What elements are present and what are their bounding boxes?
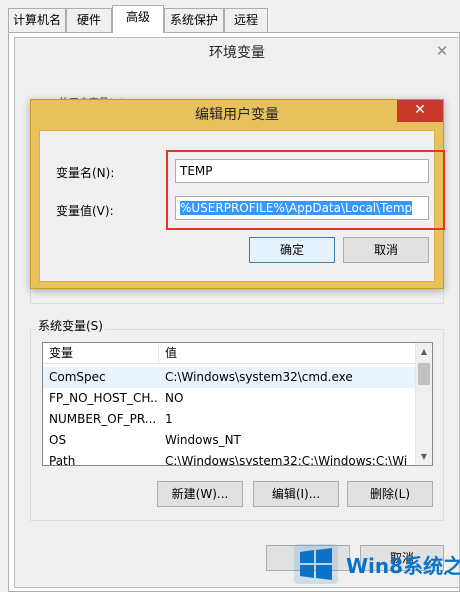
table-row[interactable]: ComSpec C:\Windows\system32\cmd.exe — [43, 367, 415, 388]
table-row[interactable]: OS Windows_NT — [43, 430, 415, 451]
row-name: ComSpec — [49, 370, 106, 384]
scroll-down-icon[interactable]: ▼ — [416, 448, 432, 465]
close-icon[interactable]: ✕ — [397, 100, 443, 122]
tab-hardware[interactable]: 硬件 — [66, 8, 112, 32]
tab-advanced[interactable]: 高级 — [112, 5, 164, 33]
row-name: OS — [49, 433, 67, 447]
edit-user-variable-dialog: 编辑用户变量 ✕ 变量名(N): TEMP 变量值(V): %USERPROFI… — [30, 99, 445, 289]
tab-computer-name[interactable]: 计算机名 — [8, 8, 66, 32]
row-name: FP_NO_HOST_CH... — [49, 391, 159, 405]
tab-system-protection[interactable]: 系统保护 — [164, 8, 224, 32]
windows-logo-icon — [294, 544, 338, 584]
variable-name-input[interactable]: TEMP — [175, 159, 429, 183]
system-variables-label: 系统变量(S) — [36, 317, 105, 334]
row-value: C:\Windows\system32;C:\Windows;C:\Wi — [165, 454, 408, 466]
vertical-scrollbar[interactable]: ▲ ▼ — [415, 343, 432, 465]
tab-remote[interactable]: 远程 — [224, 8, 268, 32]
env-window-title: 环境变量 — [209, 45, 265, 61]
edit-dialog-title: 编辑用户变量 — [195, 107, 279, 123]
ok-button[interactable]: 确定 — [249, 237, 335, 263]
column-header-variable[interactable]: 变量 — [43, 343, 159, 363]
edit-button[interactable]: 编辑(I)... — [253, 481, 339, 507]
row-value: Windows_NT — [165, 433, 241, 447]
scroll-up-icon[interactable]: ▲ — [416, 343, 432, 360]
watermark-text: Win8系统之家 — [346, 554, 460, 578]
table-row[interactable]: FP_NO_HOST_CH... NO — [43, 388, 415, 409]
row-name: Path — [49, 454, 76, 466]
table-row[interactable]: Path C:\Windows\system32;C:\Windows;C:\W… — [43, 451, 415, 466]
row-value: 1 — [165, 412, 173, 426]
row-value: NO — [165, 391, 184, 405]
delete-button[interactable]: 删除(L) — [347, 481, 433, 507]
selected-text: %USERPROFILE%\AppData\Local\Temp — [180, 201, 413, 215]
new-button[interactable]: 新建(W)... — [157, 481, 243, 507]
cancel-button[interactable]: 取消 — [343, 237, 429, 263]
variable-name-label: 变量名(N): — [56, 166, 115, 180]
variable-value-input[interactable]: %USERPROFILE%\AppData\Local\Temp — [175, 196, 429, 220]
table-row[interactable]: NUMBER_OF_PR... 1 — [43, 409, 415, 430]
row-name: NUMBER_OF_PR... — [49, 412, 157, 426]
watermark: Win8系统之家 — [286, 540, 460, 588]
column-header-value[interactable]: 值 — [159, 343, 415, 363]
row-value: C:\Windows\system32\cmd.exe — [165, 370, 353, 384]
scrollbar-thumb[interactable] — [418, 363, 430, 385]
close-icon[interactable]: ✕ — [431, 42, 453, 62]
variable-value-label: 变量值(V): — [56, 204, 114, 218]
system-variables-list[interactable]: 变量 值 ComSpec C:\Windows\system32\cmd.exe… — [42, 342, 433, 466]
list-header: 变量 值 — [43, 343, 415, 364]
edit-dialog-body: 变量名(N): TEMP 变量值(V): %USERPROFILE%\AppDa… — [39, 130, 445, 282]
